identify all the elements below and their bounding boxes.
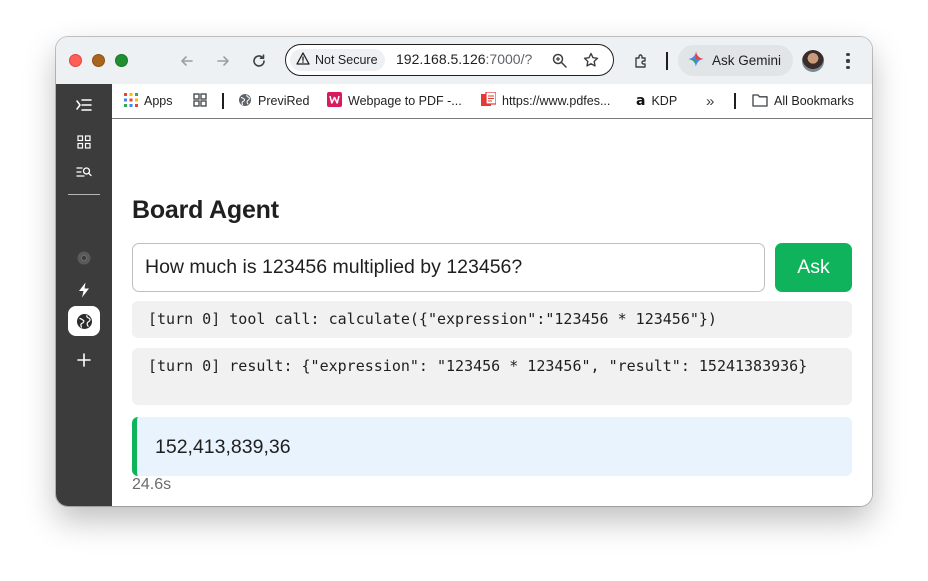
back-icon[interactable]: [176, 50, 198, 72]
profile-avatar[interactable]: [802, 50, 824, 72]
browser-toolbar: Not Secure 192.168.5.126:7000/? Ask Gemi…: [56, 37, 872, 84]
side-panel: [56, 84, 112, 506]
tab-groups-icon: [193, 92, 207, 110]
security-label: Not Secure: [315, 53, 378, 67]
minimize-window-button[interactable]: [92, 54, 105, 67]
more-bookmarks-chevron-icon[interactable]: »: [706, 84, 714, 118]
address-bar[interactable]: Not Secure 192.168.5.126:7000/?: [285, 44, 614, 76]
gemini-sparkle-icon: [688, 51, 704, 70]
globe-icon: [238, 93, 252, 110]
bookmarks-divider-2: [734, 93, 736, 109]
maximize-window-button[interactable]: [115, 54, 128, 67]
bookmark-label: KDP: [651, 94, 678, 108]
globe-icon[interactable]: [68, 306, 100, 336]
side-panel-divider: [68, 194, 100, 195]
menu-kebab-icon[interactable]: [842, 50, 854, 72]
apps-icon[interactable]: [68, 128, 100, 156]
tool-result-log: [turn 0] result: {"expression": "123456 …: [132, 348, 852, 405]
bookmark-previred[interactable]: PreviRed: [238, 84, 309, 118]
browser-window: Not Secure 192.168.5.126:7000/? Ask Gemi…: [56, 37, 872, 506]
bolt-icon[interactable]: [68, 276, 100, 304]
folder-icon: [752, 93, 768, 110]
close-window-button[interactable]: [69, 54, 82, 67]
site-info-chip[interactable]: Not Secure: [290, 49, 385, 71]
page-title: Board Agent: [132, 196, 279, 224]
warning-icon: [296, 52, 310, 68]
extensions-icon[interactable]: [630, 50, 652, 72]
pdf-icon: [481, 91, 497, 110]
collapse-icon[interactable]: [68, 91, 100, 119]
page-content: Board Agent Ask [turn 0] tool call: calc…: [112, 119, 872, 506]
reload-icon[interactable]: [248, 50, 270, 72]
bookmark-all-bookmarks[interactable]: All Bookmarks: [752, 84, 854, 118]
gemini-label: Ask Gemini: [712, 53, 782, 68]
ask-button[interactable]: Ask: [775, 243, 852, 292]
url-text: 192.168.5.126:7000/?: [396, 51, 532, 67]
forward-icon[interactable]: [212, 50, 234, 72]
url-rest: :7000/?: [485, 51, 533, 67]
tool-call-log: [turn 0] tool call: calculate({"expressi…: [132, 301, 852, 338]
search-list-icon[interactable]: [68, 158, 100, 186]
bookmark-star-icon[interactable]: [582, 51, 600, 69]
bookmark-webpage-to-pdf[interactable]: Webpage to PDF -...: [327, 84, 462, 118]
url-host: 192.168.5.126: [396, 51, 486, 67]
bookmark-tab-groups[interactable]: [193, 84, 207, 118]
bookmark-label: Webpage to PDF -...: [348, 94, 462, 108]
bookmarks-divider: [222, 93, 224, 109]
bookmark-kdp[interactable]: a KDP: [636, 84, 677, 118]
bookmark-label: Apps: [144, 94, 173, 108]
w-logo-icon: [327, 92, 342, 110]
answer-box: 152,413,839,36: [132, 417, 852, 476]
bookmark-apps[interactable]: Apps: [124, 84, 173, 118]
bookmark-label: All Bookmarks: [774, 94, 854, 108]
toolbar-divider: [666, 52, 668, 70]
ask-gemini-button[interactable]: Ask Gemini: [678, 45, 793, 76]
bookmark-label: PreviRed: [258, 94, 310, 108]
amazon-icon: a: [636, 93, 646, 109]
elapsed-time: 24.6s: [132, 476, 172, 493]
zoom-icon[interactable]: [550, 51, 568, 69]
chrome-icon[interactable]: [68, 244, 100, 272]
bookmark-pdfes[interactable]: https://www.pdfes...: [481, 84, 610, 118]
bookmark-label: https://www.pdfes...: [502, 94, 611, 108]
apps-grid-icon: [124, 92, 138, 110]
bookmarks-bar: Apps PreviRed Webpage to PDF -... https:…: [112, 84, 872, 119]
add-icon[interactable]: [68, 346, 100, 374]
question-input[interactable]: [132, 243, 765, 292]
